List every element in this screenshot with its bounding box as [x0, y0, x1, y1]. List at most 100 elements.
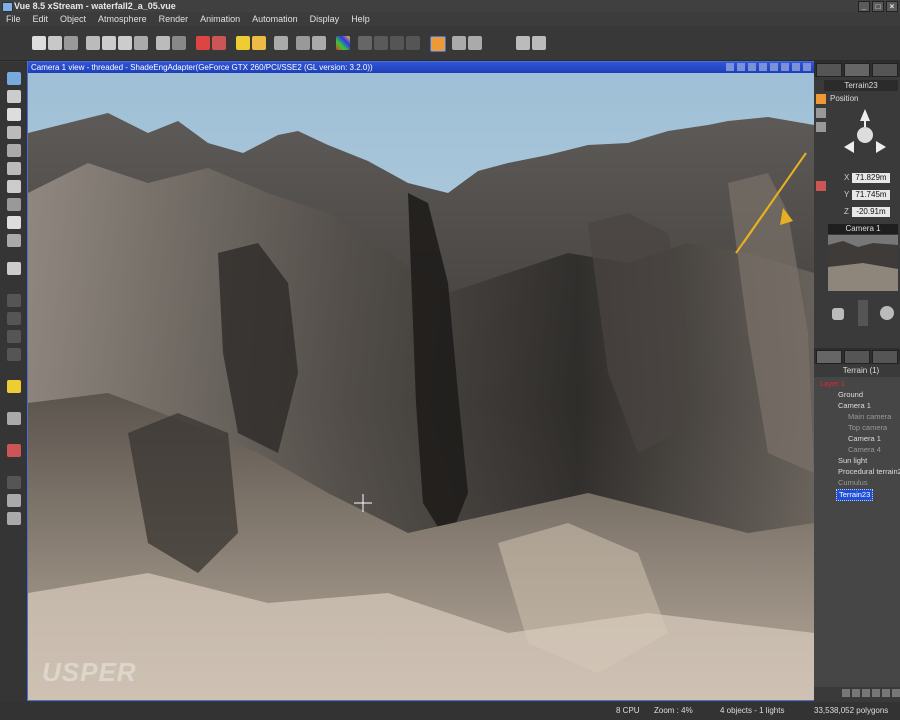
- tool-icon[interactable]: [312, 36, 326, 50]
- tree-action-icon[interactable]: [882, 689, 890, 697]
- select-tool-icon[interactable]: [7, 72, 21, 85]
- camera-preview[interactable]: [828, 235, 898, 291]
- menu-atmosphere[interactable]: Atmosphere: [92, 12, 153, 26]
- menu-file[interactable]: File: [0, 12, 27, 26]
- camera-viewport[interactable]: Camera 1 view - threaded - ShadeEngAdapt…: [27, 61, 815, 701]
- menu-render[interactable]: Render: [153, 12, 195, 26]
- coord-z-input[interactable]: -20.91m: [852, 207, 890, 217]
- viewport-option-button[interactable]: [759, 63, 767, 71]
- brush-tool-icon[interactable]: [7, 512, 21, 525]
- tree-action-icon[interactable]: [842, 689, 850, 697]
- camera-tool-icon[interactable]: [7, 412, 21, 425]
- orbit-icon[interactable]: [880, 306, 894, 320]
- tree-action-icon[interactable]: [852, 689, 860, 697]
- camera-icon[interactable]: [532, 36, 546, 50]
- menu-edit[interactable]: Edit: [27, 12, 55, 26]
- save-icon[interactable]: [64, 36, 78, 50]
- pan-hand-icon[interactable]: [832, 308, 844, 320]
- plane-tool-icon[interactable]: [7, 180, 21, 193]
- tree-item[interactable]: Layer 1: [820, 379, 845, 389]
- render-area-icon[interactable]: [212, 36, 226, 50]
- material-mode-icon[interactable]: [816, 181, 826, 191]
- menu-animation[interactable]: Animation: [194, 12, 246, 26]
- menu-object[interactable]: Object: [54, 12, 92, 26]
- scale-mode-icon[interactable]: [816, 122, 826, 132]
- paint-tool-icon[interactable]: [7, 234, 21, 247]
- align-icon[interactable]: [374, 36, 388, 50]
- frame-icon[interactable]: [468, 36, 482, 50]
- cloud-tool-icon[interactable]: [7, 198, 21, 211]
- paste-icon[interactable]: [118, 36, 132, 50]
- viewport-option-button[interactable]: [748, 63, 756, 71]
- menu-display[interactable]: Display: [304, 12, 346, 26]
- group-icon[interactable]: [358, 36, 372, 50]
- import-tool-icon[interactable]: [7, 262, 21, 275]
- rotate-mode-icon[interactable]: [816, 108, 826, 118]
- cone-tool-icon[interactable]: [7, 312, 21, 325]
- object-name[interactable]: Terrain23: [824, 80, 898, 91]
- drop-icon[interactable]: [390, 36, 404, 50]
- viewport-option-button[interactable]: [737, 63, 745, 71]
- render-icon[interactable]: [196, 36, 210, 50]
- light-tool-icon[interactable]: [7, 380, 21, 393]
- new-file-icon[interactable]: [32, 36, 46, 50]
- plant-tool-icon[interactable]: [7, 162, 21, 175]
- light-icon[interactable]: [252, 36, 266, 50]
- tab-brush[interactable]: [816, 63, 842, 77]
- undo-icon[interactable]: [156, 36, 170, 50]
- sphere-tool-icon[interactable]: [7, 348, 21, 361]
- menu-automation[interactable]: Automation: [246, 12, 304, 26]
- tree-item[interactable]: Main camera: [848, 412, 891, 422]
- torus-tool-icon[interactable]: [7, 294, 21, 307]
- tree-item-selected[interactable]: Terrain23: [836, 489, 874, 501]
- material-icon[interactable]: [336, 36, 350, 50]
- cylinder-tool-icon[interactable]: [7, 330, 21, 343]
- cube-tool-icon[interactable]: [7, 90, 21, 103]
- tree-item[interactable]: Cumulus: [838, 478, 868, 488]
- tree-action-icon[interactable]: [872, 689, 880, 697]
- tab-objects[interactable]: [816, 350, 842, 364]
- position-gizmo-icon[interactable]: [842, 107, 888, 155]
- coord-x-input[interactable]: 71.829m: [852, 173, 890, 183]
- duplicate-icon[interactable]: [134, 36, 148, 50]
- object-icon[interactable]: [274, 36, 288, 50]
- tree-item[interactable]: Sun light: [838, 456, 867, 466]
- rock-tool-icon[interactable]: [7, 144, 21, 157]
- zoom-slider[interactable]: [858, 300, 868, 326]
- tree-item[interactable]: Camera 4: [848, 445, 881, 455]
- position-mode-icon[interactable]: [816, 94, 826, 104]
- atmosphere-tool-icon[interactable]: [7, 444, 21, 457]
- display-mode-icon[interactable]: [430, 36, 446, 52]
- menu-help[interactable]: Help: [345, 12, 376, 26]
- terrain-tool-icon[interactable]: [7, 126, 21, 139]
- tree-item[interactable]: Camera 1: [848, 434, 881, 444]
- coord-y-input[interactable]: 71.745m: [852, 190, 890, 200]
- tab-links[interactable]: [872, 350, 898, 364]
- viewport-option-button[interactable]: [770, 63, 778, 71]
- tree-action-icon[interactable]: [892, 689, 900, 697]
- brush-icon[interactable]: [296, 36, 310, 50]
- viewport-option-button[interactable]: [781, 63, 789, 71]
- redo-icon[interactable]: [172, 36, 186, 50]
- viewport-option-button[interactable]: [726, 63, 734, 71]
- scissors-tool-icon[interactable]: [7, 494, 21, 507]
- tree-item[interactable]: Top camera: [848, 423, 887, 433]
- viewport-option-button[interactable]: [792, 63, 800, 71]
- tree-action-icon[interactable]: [862, 689, 870, 697]
- sun-icon[interactable]: [236, 36, 250, 50]
- tree-item[interactable]: Procedural terrain2: [838, 467, 900, 477]
- view-icon[interactable]: [452, 36, 466, 50]
- tree-item[interactable]: Camera 1: [838, 401, 871, 411]
- ecosystem-tool-icon[interactable]: [7, 476, 21, 489]
- snap-icon[interactable]: [406, 36, 420, 50]
- cut-icon[interactable]: [86, 36, 100, 50]
- viewport-option-button[interactable]: [803, 63, 811, 71]
- open-file-icon[interactable]: [48, 36, 62, 50]
- tab-aspect[interactable]: [872, 63, 898, 77]
- tab-materials[interactable]: [844, 350, 870, 364]
- minimize-button[interactable]: _: [858, 1, 870, 12]
- maximize-button[interactable]: □: [872, 1, 884, 12]
- close-button[interactable]: ×: [886, 1, 898, 12]
- tab-object[interactable]: [844, 63, 870, 77]
- figure-tool-icon[interactable]: [7, 216, 21, 229]
